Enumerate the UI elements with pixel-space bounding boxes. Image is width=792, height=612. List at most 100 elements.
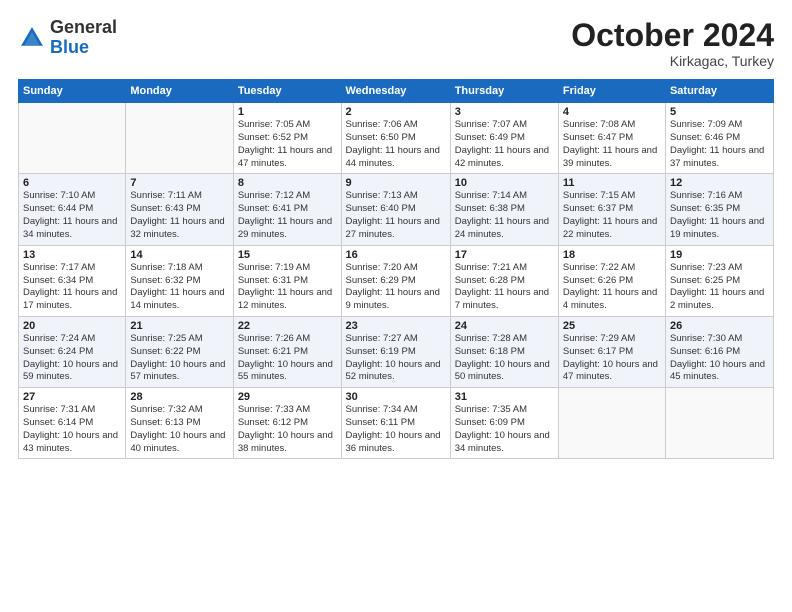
day-number: 23 (346, 320, 446, 332)
table-row: 21Sunrise: 7:25 AM Sunset: 6:22 PM Dayli… (126, 316, 233, 387)
table-row: 8Sunrise: 7:12 AM Sunset: 6:41 PM Daylig… (233, 174, 341, 245)
day-number: 21 (130, 320, 228, 332)
col-thursday: Thursday (450, 80, 558, 103)
table-row: 30Sunrise: 7:34 AM Sunset: 6:11 PM Dayli… (341, 388, 450, 459)
day-info: Sunrise: 7:11 AM Sunset: 6:43 PM Dayligh… (130, 190, 228, 241)
table-row: 7Sunrise: 7:11 AM Sunset: 6:43 PM Daylig… (126, 174, 233, 245)
table-row: 24Sunrise: 7:28 AM Sunset: 6:18 PM Dayli… (450, 316, 558, 387)
logo-text: General Blue (50, 18, 117, 58)
day-info: Sunrise: 7:35 AM Sunset: 6:09 PM Dayligh… (455, 404, 554, 455)
table-row: 2Sunrise: 7:06 AM Sunset: 6:50 PM Daylig… (341, 103, 450, 174)
title-block: October 2024 Kirkagac, Turkey (571, 18, 774, 69)
day-number: 17 (455, 249, 554, 261)
table-row: 18Sunrise: 7:22 AM Sunset: 6:26 PM Dayli… (558, 245, 665, 316)
calendar-week-row: 1Sunrise: 7:05 AM Sunset: 6:52 PM Daylig… (19, 103, 774, 174)
calendar-week-row: 13Sunrise: 7:17 AM Sunset: 6:34 PM Dayli… (19, 245, 774, 316)
day-info: Sunrise: 7:31 AM Sunset: 6:14 PM Dayligh… (23, 404, 121, 455)
table-row: 1Sunrise: 7:05 AM Sunset: 6:52 PM Daylig… (233, 103, 341, 174)
day-info: Sunrise: 7:33 AM Sunset: 6:12 PM Dayligh… (238, 404, 337, 455)
table-row: 9Sunrise: 7:13 AM Sunset: 6:40 PM Daylig… (341, 174, 450, 245)
day-info: Sunrise: 7:13 AM Sunset: 6:40 PM Dayligh… (346, 190, 446, 241)
day-number: 5 (670, 106, 769, 118)
table-row: 6Sunrise: 7:10 AM Sunset: 6:44 PM Daylig… (19, 174, 126, 245)
table-row: 4Sunrise: 7:08 AM Sunset: 6:47 PM Daylig… (558, 103, 665, 174)
day-info: Sunrise: 7:25 AM Sunset: 6:22 PM Dayligh… (130, 333, 228, 384)
table-row: 23Sunrise: 7:27 AM Sunset: 6:19 PM Dayli… (341, 316, 450, 387)
day-number: 13 (23, 249, 121, 261)
day-info: Sunrise: 7:10 AM Sunset: 6:44 PM Dayligh… (23, 190, 121, 241)
day-number: 26 (670, 320, 769, 332)
table-row: 17Sunrise: 7:21 AM Sunset: 6:28 PM Dayli… (450, 245, 558, 316)
day-info: Sunrise: 7:32 AM Sunset: 6:13 PM Dayligh… (130, 404, 228, 455)
day-number: 15 (238, 249, 337, 261)
logo-blue: Blue (50, 37, 89, 57)
header: General Blue October 2024 Kirkagac, Turk… (18, 18, 774, 69)
day-number: 9 (346, 177, 446, 189)
table-row: 20Sunrise: 7:24 AM Sunset: 6:24 PM Dayli… (19, 316, 126, 387)
table-row: 3Sunrise: 7:07 AM Sunset: 6:49 PM Daylig… (450, 103, 558, 174)
day-number: 24 (455, 320, 554, 332)
col-tuesday: Tuesday (233, 80, 341, 103)
table-row: 27Sunrise: 7:31 AM Sunset: 6:14 PM Dayli… (19, 388, 126, 459)
day-info: Sunrise: 7:06 AM Sunset: 6:50 PM Dayligh… (346, 119, 446, 170)
col-saturday: Saturday (665, 80, 773, 103)
day-number: 28 (130, 391, 228, 403)
day-info: Sunrise: 7:08 AM Sunset: 6:47 PM Dayligh… (563, 119, 661, 170)
day-number: 12 (670, 177, 769, 189)
table-row: 10Sunrise: 7:14 AM Sunset: 6:38 PM Dayli… (450, 174, 558, 245)
col-friday: Friday (558, 80, 665, 103)
table-row: 29Sunrise: 7:33 AM Sunset: 6:12 PM Dayli… (233, 388, 341, 459)
calendar-header-row: Sunday Monday Tuesday Wednesday Thursday… (19, 80, 774, 103)
day-number: 4 (563, 106, 661, 118)
table-row: 31Sunrise: 7:35 AM Sunset: 6:09 PM Dayli… (450, 388, 558, 459)
logo-icon (18, 24, 46, 52)
table-row: 11Sunrise: 7:15 AM Sunset: 6:37 PM Dayli… (558, 174, 665, 245)
day-number: 16 (346, 249, 446, 261)
day-number: 22 (238, 320, 337, 332)
day-info: Sunrise: 7:34 AM Sunset: 6:11 PM Dayligh… (346, 404, 446, 455)
day-number: 7 (130, 177, 228, 189)
day-info: Sunrise: 7:27 AM Sunset: 6:19 PM Dayligh… (346, 333, 446, 384)
calendar-week-row: 27Sunrise: 7:31 AM Sunset: 6:14 PM Dayli… (19, 388, 774, 459)
calendar-week-row: 20Sunrise: 7:24 AM Sunset: 6:24 PM Dayli… (19, 316, 774, 387)
table-row (665, 388, 773, 459)
day-info: Sunrise: 7:14 AM Sunset: 6:38 PM Dayligh… (455, 190, 554, 241)
logo-general: General (50, 17, 117, 37)
day-info: Sunrise: 7:28 AM Sunset: 6:18 PM Dayligh… (455, 333, 554, 384)
table-row: 28Sunrise: 7:32 AM Sunset: 6:13 PM Dayli… (126, 388, 233, 459)
location-subtitle: Kirkagac, Turkey (571, 53, 774, 69)
logo: General Blue (18, 18, 117, 58)
calendar-table: Sunday Monday Tuesday Wednesday Thursday… (18, 79, 774, 459)
day-info: Sunrise: 7:21 AM Sunset: 6:28 PM Dayligh… (455, 262, 554, 313)
day-number: 2 (346, 106, 446, 118)
table-row: 15Sunrise: 7:19 AM Sunset: 6:31 PM Dayli… (233, 245, 341, 316)
col-wednesday: Wednesday (341, 80, 450, 103)
day-info: Sunrise: 7:17 AM Sunset: 6:34 PM Dayligh… (23, 262, 121, 313)
day-number: 29 (238, 391, 337, 403)
day-info: Sunrise: 7:05 AM Sunset: 6:52 PM Dayligh… (238, 119, 337, 170)
table-row: 25Sunrise: 7:29 AM Sunset: 6:17 PM Dayli… (558, 316, 665, 387)
day-number: 10 (455, 177, 554, 189)
day-info: Sunrise: 7:18 AM Sunset: 6:32 PM Dayligh… (130, 262, 228, 313)
day-info: Sunrise: 7:15 AM Sunset: 6:37 PM Dayligh… (563, 190, 661, 241)
table-row (558, 388, 665, 459)
calendar-week-row: 6Sunrise: 7:10 AM Sunset: 6:44 PM Daylig… (19, 174, 774, 245)
table-row (19, 103, 126, 174)
day-info: Sunrise: 7:23 AM Sunset: 6:25 PM Dayligh… (670, 262, 769, 313)
day-info: Sunrise: 7:09 AM Sunset: 6:46 PM Dayligh… (670, 119, 769, 170)
day-number: 30 (346, 391, 446, 403)
table-row: 13Sunrise: 7:17 AM Sunset: 6:34 PM Dayli… (19, 245, 126, 316)
table-row: 16Sunrise: 7:20 AM Sunset: 6:29 PM Dayli… (341, 245, 450, 316)
day-number: 11 (563, 177, 661, 189)
day-info: Sunrise: 7:16 AM Sunset: 6:35 PM Dayligh… (670, 190, 769, 241)
day-number: 27 (23, 391, 121, 403)
day-number: 18 (563, 249, 661, 261)
day-number: 19 (670, 249, 769, 261)
table-row: 12Sunrise: 7:16 AM Sunset: 6:35 PM Dayli… (665, 174, 773, 245)
day-number: 1 (238, 106, 337, 118)
day-info: Sunrise: 7:20 AM Sunset: 6:29 PM Dayligh… (346, 262, 446, 313)
day-info: Sunrise: 7:26 AM Sunset: 6:21 PM Dayligh… (238, 333, 337, 384)
day-number: 31 (455, 391, 554, 403)
table-row (126, 103, 233, 174)
col-sunday: Sunday (19, 80, 126, 103)
